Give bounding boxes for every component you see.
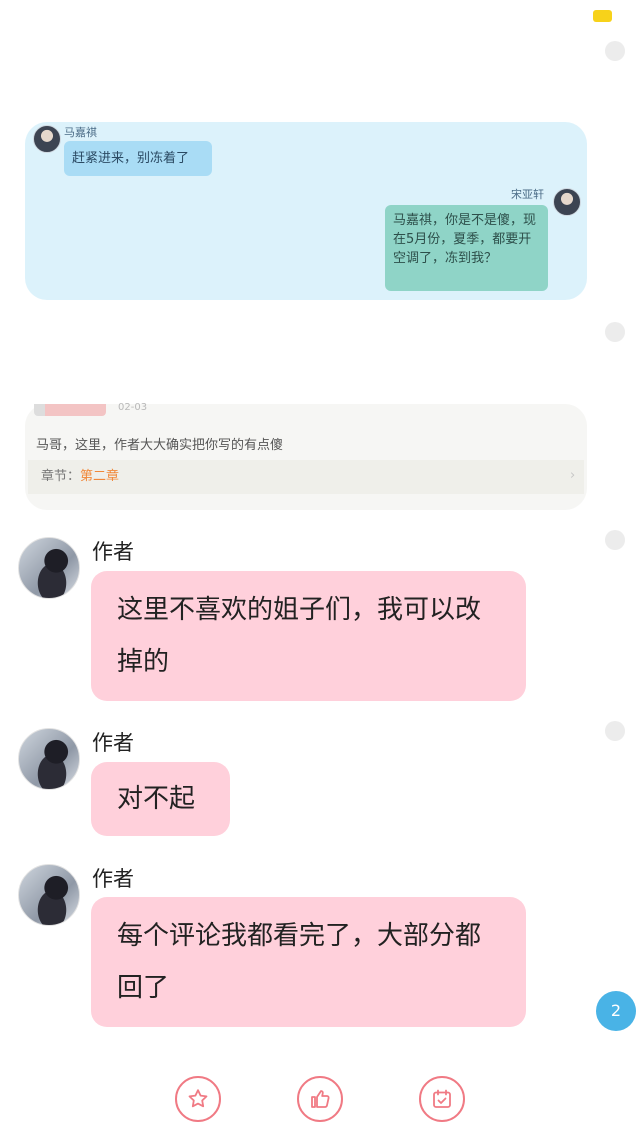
author-avatar[interactable]	[18, 537, 80, 599]
thumbs-up-icon	[311, 1090, 330, 1108]
check-in-button[interactable]	[419, 1076, 465, 1122]
comment-dot-icon[interactable]	[605, 322, 625, 342]
comment-dot-icon[interactable]	[605, 41, 625, 61]
comment-thumbnail	[34, 404, 106, 416]
like-button[interactable]	[297, 1076, 343, 1122]
calendar-check-icon	[433, 1089, 451, 1108]
left-name: 马嘉祺	[64, 126, 97, 139]
favorite-button[interactable]	[175, 1076, 221, 1122]
author-name: 作者	[92, 731, 134, 755]
embedded-comment-image	[25, 404, 587, 510]
message-bubble[interactable]: 每个评论我都看完了，大部分都回了	[91, 897, 526, 1027]
chapter-label: 章节：	[41, 469, 81, 484]
right-name: 宋亚轩	[511, 188, 544, 201]
chapter-row: 章节：第二章	[28, 460, 584, 494]
author-avatar[interactable]	[18, 728, 80, 790]
author-name: 作者	[92, 867, 134, 891]
left-message: 赶紧进来，别冻着了	[64, 141, 212, 176]
avatar-right	[553, 188, 581, 216]
author-name: 作者	[92, 540, 134, 564]
chapter-value: 第二章	[80, 469, 120, 484]
comment-dot-icon[interactable]	[605, 721, 625, 741]
comment-date: 02-03	[118, 402, 148, 413]
right-message: 马嘉祺，你是不是傻，现在5月份，夏季，都要开空调了，冻到我？	[385, 205, 548, 291]
battery-icon	[593, 10, 612, 22]
message-bubble[interactable]: 对不起	[91, 762, 230, 836]
message-bubble[interactable]: 这里不喜欢的姐子们，我可以改掉的	[91, 571, 526, 701]
unread-count-badge[interactable]: 2	[596, 991, 636, 1031]
comment-dot-icon[interactable]	[605, 530, 625, 550]
chevron-right-icon: ›	[570, 468, 576, 483]
author-avatar[interactable]	[18, 864, 80, 926]
chat-page: 马嘉祺 赶紧进来，别冻着了 宋亚轩 马嘉祺，你是不是傻，现在5月份，夏季，都要开…	[0, 0, 640, 1139]
avatar-left	[33, 125, 61, 153]
star-icon	[188, 1089, 208, 1108]
comment-text: 马哥，这里，作者大大确实把你写的有点傻	[36, 438, 284, 453]
